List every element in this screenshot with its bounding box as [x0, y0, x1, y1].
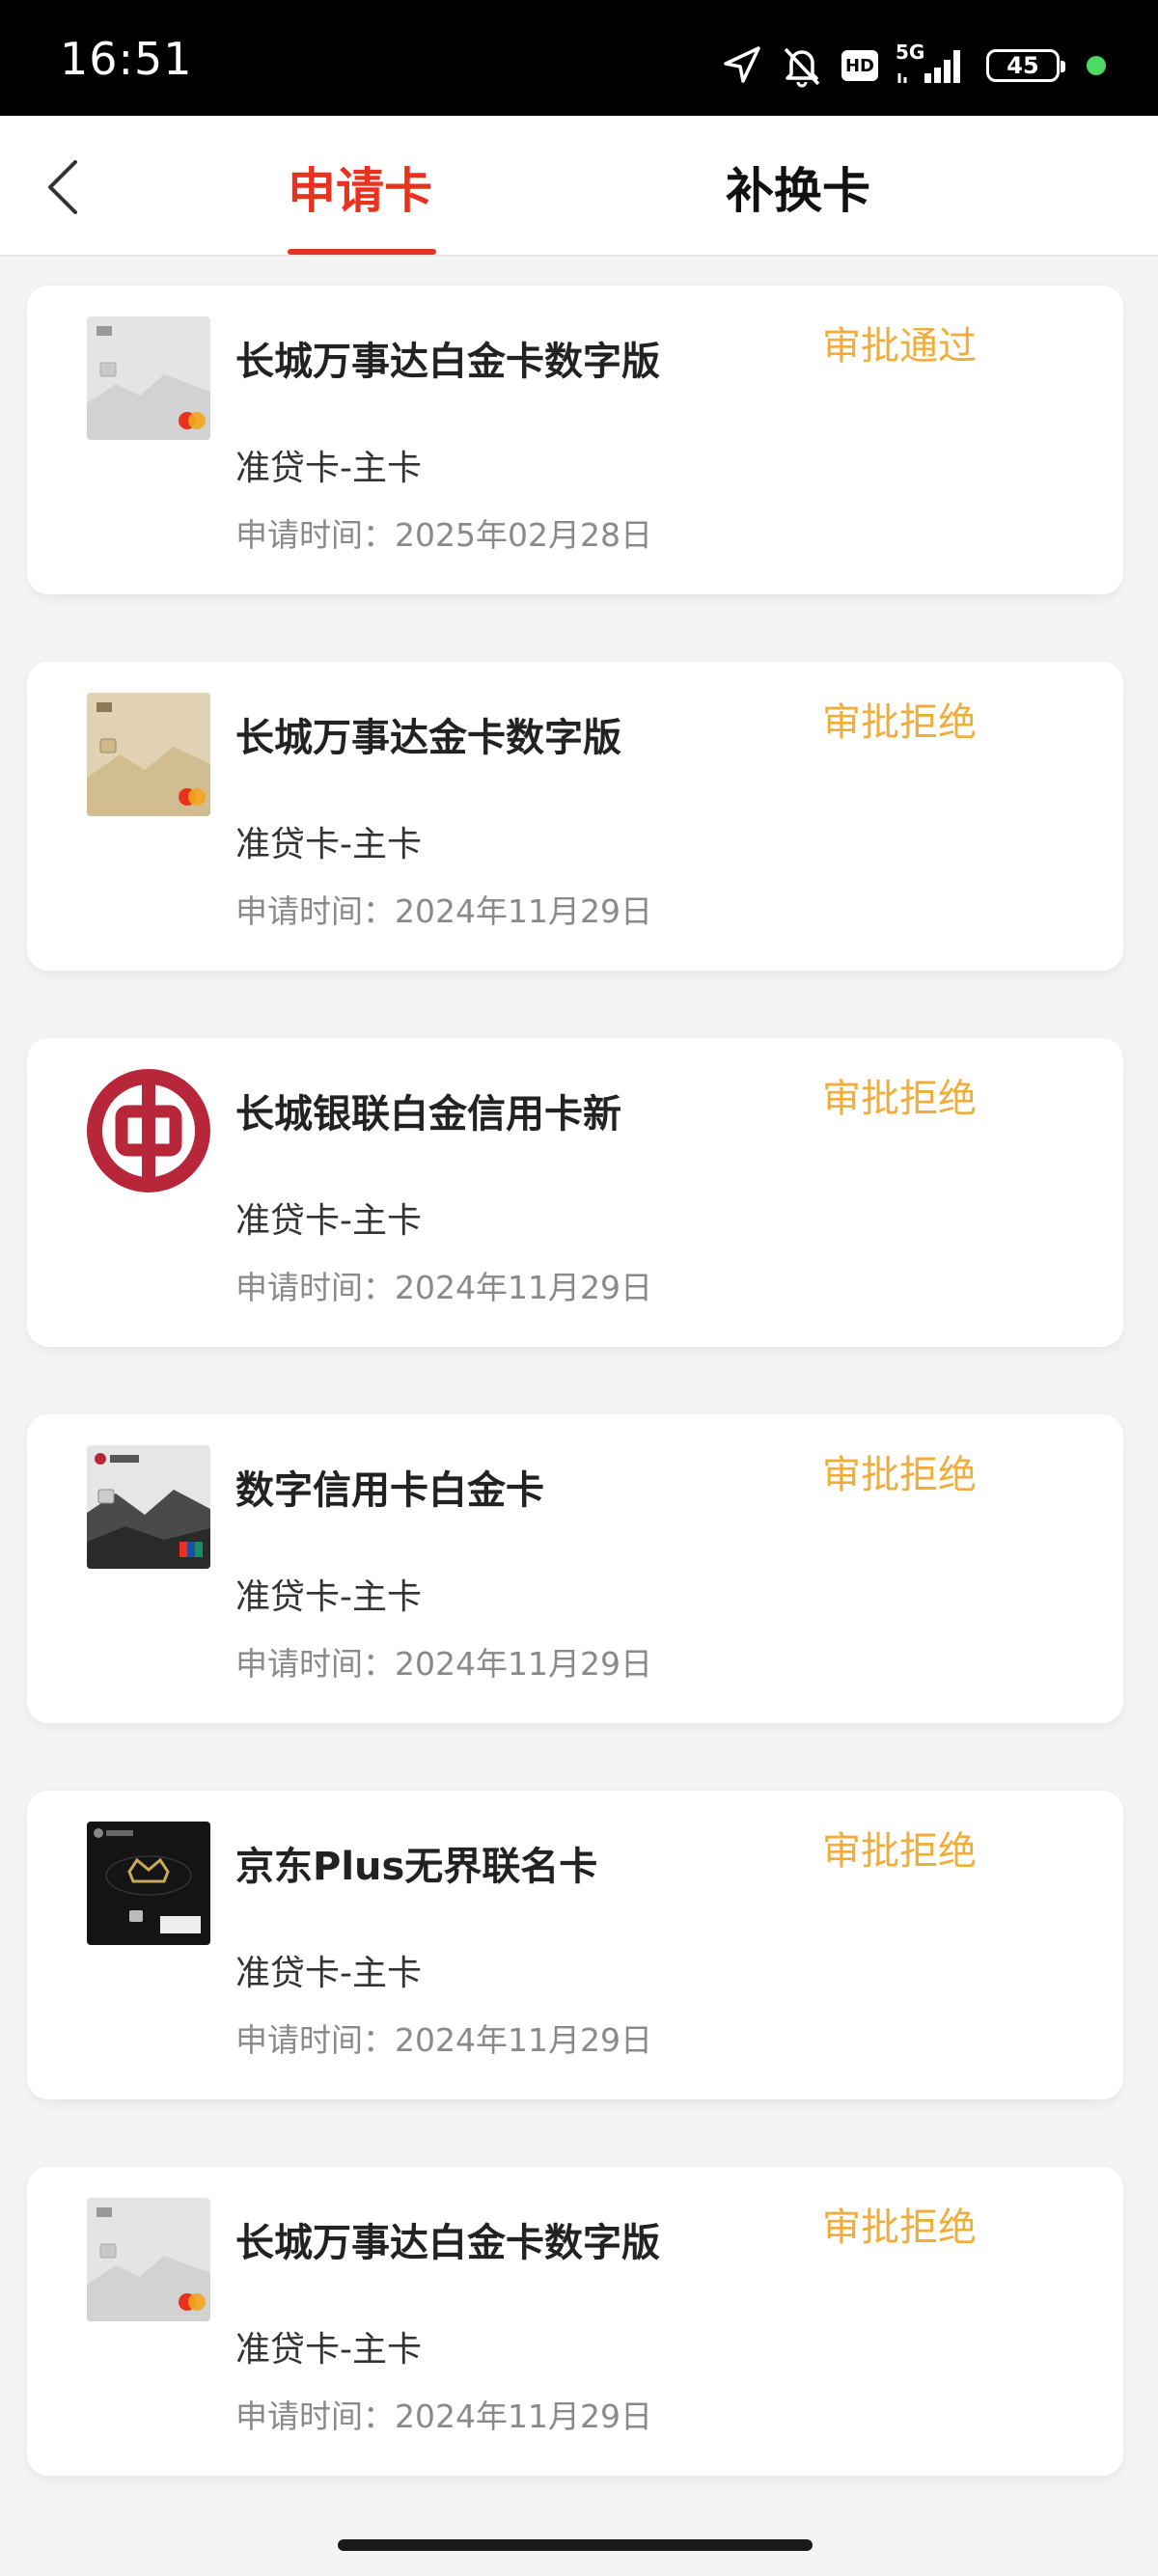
card-name: 数字信用卡白金卡: [235, 1468, 544, 1513]
privacy-dot-icon: [1087, 56, 1106, 75]
application-date: 申请时间：2024年11月29日: [235, 1645, 652, 1683]
approval-status: 审批拒绝: [822, 700, 977, 745]
card-type: 准贷卡-主卡: [235, 1954, 422, 1993]
status-bar: 16:51 HD 5G 45: [0, 0, 1158, 116]
list-item[interactable]: 京东Plus无界联名卡 审批拒绝 准贷卡-主卡 申请时间：2024年11月29日: [27, 1791, 1123, 2099]
tab-replace-card[interactable]: 补换卡: [726, 152, 870, 222]
list-item[interactable]: 长城万事达金卡数字版 审批拒绝 准贷卡-主卡 申请时间：2024年11月29日: [27, 662, 1123, 971]
application-date: 申请时间：2024年11月29日: [235, 892, 652, 930]
back-icon[interactable]: [39, 152, 96, 220]
approval-status: 审批拒绝: [822, 2206, 977, 2250]
application-date: 申请时间：2024年11月29日: [235, 2398, 652, 2435]
status-time: 16:51: [60, 33, 193, 85]
application-date: 申请时间：2024年11月29日: [235, 2021, 652, 2059]
battery-icon: 45: [986, 49, 1065, 82]
bank-of-china-logo-icon: [87, 1069, 210, 1192]
bell-muted-icon: [784, 47, 820, 88]
mastercard-platinum-card-icon: [87, 316, 210, 440]
list-item[interactable]: 长城万事达白金卡数字版 审批拒绝 准贷卡-主卡 申请时间：2024年11月29日: [27, 2167, 1123, 2476]
status-icons: HD 5G 45: [720, 37, 1106, 95]
hd-badge: HD: [841, 50, 878, 81]
location-arrow-icon: [724, 46, 760, 83]
header: 申请卡 补换卡: [0, 116, 1158, 257]
approval-status: 审批拒绝: [822, 1077, 977, 1121]
card-type: 准贷卡-主卡: [235, 825, 422, 864]
approval-status: 审批通过: [822, 324, 977, 369]
application-date: 申请时间：2025年02月28日: [235, 516, 652, 554]
card-type: 准贷卡-主卡: [235, 2330, 422, 2370]
approval-status: 审批拒绝: [822, 1829, 977, 1874]
jd-plus-card-icon: [87, 1822, 210, 1945]
approval-status: 审批拒绝: [822, 1453, 977, 1497]
card-name: 京东Plus无界联名卡: [235, 1845, 598, 1889]
mastercard-gold-card-icon: [87, 693, 210, 816]
card-name: 长城银联白金信用卡新: [235, 1092, 621, 1137]
list-item[interactable]: 长城银联白金信用卡新 审批拒绝 准贷卡-主卡 申请时间：2024年11月29日: [27, 1038, 1123, 1347]
list-item[interactable]: 长城万事达白金卡数字版 审批通过 准贷卡-主卡 申请时间：2025年02月28日: [27, 286, 1123, 594]
application-date: 申请时间：2024年11月29日: [235, 1269, 652, 1306]
list-item[interactable]: 数字信用卡白金卡 审批拒绝 准贷卡-主卡 申请时间：2024年11月29日: [27, 1414, 1123, 1723]
mastercard-platinum-card-icon: [87, 2198, 210, 2321]
card-type: 准贷卡-主卡: [235, 1201, 422, 1241]
signal-icon: 5G: [896, 41, 969, 87]
card-name: 长城万事达白金卡数字版: [235, 340, 660, 384]
card-name: 长城万事达白金卡数字版: [235, 2221, 660, 2265]
home-indicator: [338, 2539, 813, 2551]
card-type: 准贷卡-主卡: [235, 449, 422, 488]
battery-level: 45: [1006, 52, 1039, 79]
tab-apply-card[interactable]: 申请卡: [288, 152, 432, 222]
card-type: 准贷卡-主卡: [235, 1577, 422, 1617]
card-name: 长城万事达金卡数字版: [235, 716, 621, 760]
unionpay-digital-card-icon: [87, 1445, 210, 1569]
active-tab-indicator: [288, 249, 436, 255]
